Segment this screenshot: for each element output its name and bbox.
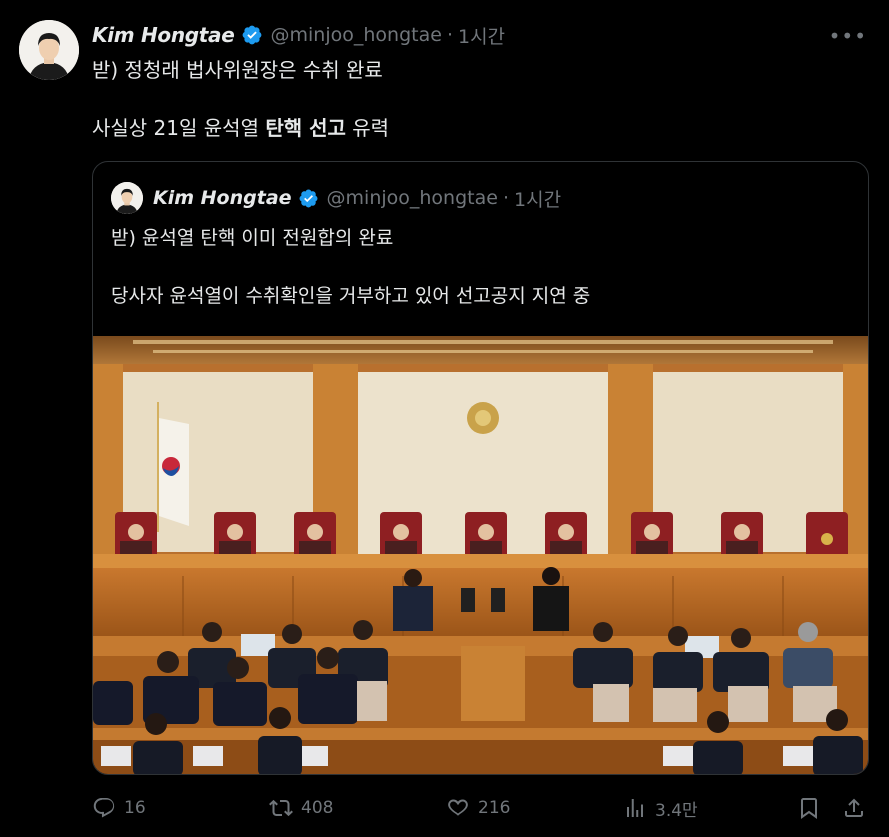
tweet-timestamp[interactable]: 1시간 <box>458 22 505 49</box>
quoted-author-name: Kim Hongtae <box>153 187 292 209</box>
heart-icon <box>448 799 468 816</box>
tweet-text-line1: 받) 정청래 법사위원장은 수취 완료 <box>92 58 383 82</box>
retweet-count: 408 <box>301 798 334 818</box>
author-avatar[interactable] <box>19 20 79 80</box>
separator-dot: · <box>502 187 509 209</box>
reply-count: 16 <box>124 798 146 818</box>
more-icon[interactable]: ••• <box>829 24 867 48</box>
retweet-icon <box>269 799 293 817</box>
courtroom-photo[interactable] <box>93 336 868 774</box>
bookmark-button[interactable] <box>797 790 821 826</box>
share-button[interactable] <box>842 790 866 826</box>
reply-button[interactable]: 16 <box>92 790 146 826</box>
author-name[interactable]: Kim Hongtae <box>92 23 235 47</box>
share-icon <box>845 798 863 817</box>
like-button[interactable]: 216 <box>446 790 510 826</box>
tweet-text-line2-prefix: 사실상 21일 윤석열 <box>92 116 266 140</box>
tweet-text-line2-bold: 탄핵 선고 <box>265 116 346 140</box>
author-handle[interactable]: @minjoo_hongtae <box>271 24 442 46</box>
quoted-timestamp: 1시간 <box>514 188 562 211</box>
views-chart-icon <box>627 799 643 817</box>
tweet-text-line2-suffix: 유력 <box>345 116 390 140</box>
views-button[interactable]: 3.4만 <box>623 790 698 826</box>
retweet-button[interactable]: 408 <box>269 790 333 826</box>
tweet-header: Kim Hongtae @minjoo_hongtae · 1시간 <box>92 22 872 48</box>
tweet[interactable]: Kim Hongtae @minjoo_hongtae · 1시간 ••• 받)… <box>0 0 889 837</box>
separator-dot: · <box>446 24 453 46</box>
quoted-text-line1: 받) 윤석열 탄핵 이미 전원합의 완료 <box>111 227 394 249</box>
verified-badge-icon <box>299 189 317 207</box>
like-count: 216 <box>478 798 511 818</box>
quoted-text-line2: 당사자 윤석열이 수취확인을 거부하고 있어 선고공지 지연 중 <box>111 285 591 307</box>
bookmark-icon <box>801 798 817 819</box>
courtroom-photo-illustration <box>93 336 868 774</box>
quoted-author-avatar <box>111 182 143 214</box>
views-count: 3.4만 <box>655 800 698 821</box>
quoted-tweet[interactable]: Kim Hongtae @minjoo_hongtae · 1시간 받) 윤석열… <box>92 161 869 775</box>
tweet-actions: 16 408 216 3.4만 <box>92 790 872 826</box>
quoted-tweet-header: Kim Hongtae @minjoo_hongtae · 1시간 <box>111 182 561 214</box>
verified-badge-icon <box>242 25 261 45</box>
quoted-author-handle: @minjoo_hongtae <box>326 187 498 209</box>
reply-icon <box>93 798 115 818</box>
tweet-text-line2: 사실상 21일 윤석열 탄핵 선고 유력 <box>92 115 389 141</box>
